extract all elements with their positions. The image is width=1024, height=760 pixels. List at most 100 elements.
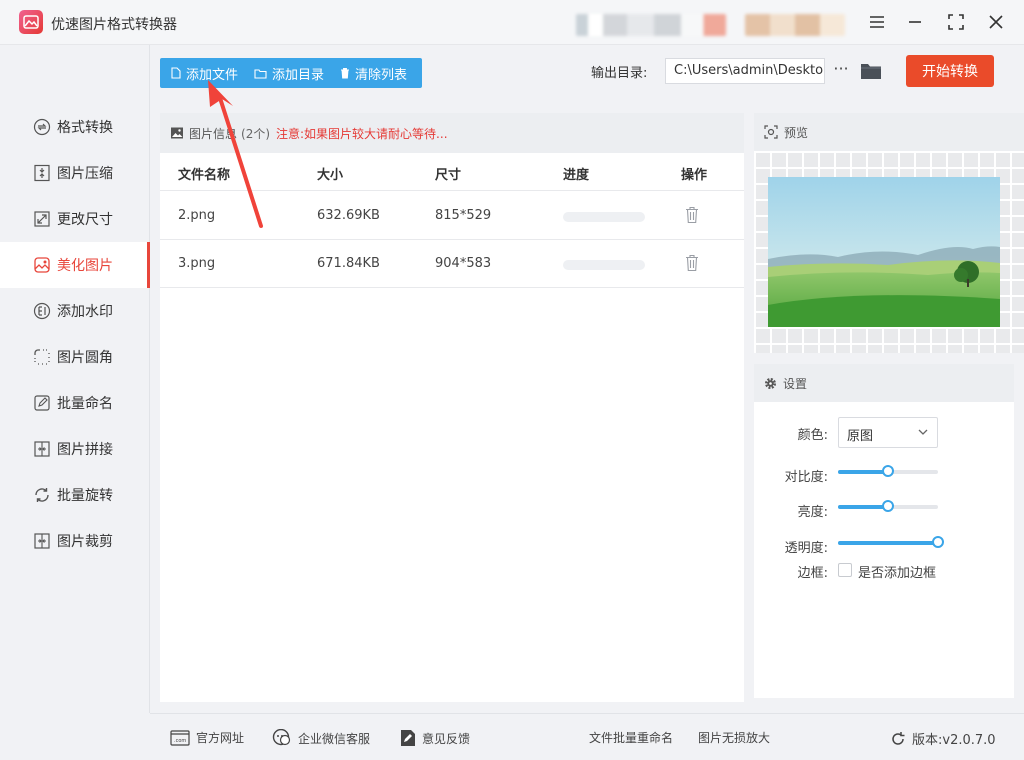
column-header-actions: 操作 (681, 168, 708, 183)
version-info[interactable]: 版本:v2.0.7.0 (890, 729, 996, 748)
website-icon: .com (170, 729, 190, 746)
output-dir-label: 输出目录: (591, 66, 648, 81)
file-icon (171, 67, 181, 79)
maximize-icon[interactable] (945, 11, 967, 33)
website-link[interactable]: .com 官方网址 (170, 729, 244, 746)
folder-outline-icon (254, 68, 267, 79)
file-name: 3.png (178, 256, 216, 271)
opacity-slider[interactable] (838, 536, 944, 548)
trash-icon (341, 68, 350, 79)
add-directory-label: 添加目录 (272, 67, 325, 83)
file-table-header: 文件名称 大小 尺寸 进度 操作 (160, 153, 744, 191)
sidebar-item-format-convert[interactable]: 格式转换 (0, 104, 150, 150)
start-convert-button[interactable]: 开始转换 (906, 55, 994, 87)
opacity-label: 透明度: (784, 541, 828, 556)
blurred-user-info (576, 14, 726, 36)
feedback-label: 意见反馈 (422, 731, 471, 746)
color-select-value: 原图 (847, 429, 874, 444)
minimize-icon[interactable] (904, 11, 926, 33)
gear-icon (764, 377, 777, 389)
crop-icon (33, 532, 51, 550)
resize-icon (33, 210, 51, 228)
app-title: 优速图片格式转换器 (51, 17, 177, 33)
sidebar-item-compress[interactable]: 图片压缩 (0, 150, 150, 196)
feedback-link[interactable]: 意见反馈 (400, 729, 470, 747)
rotate-icon (33, 486, 51, 504)
app-logo-icon (19, 10, 43, 34)
add-border-label: 是否添加边框 (858, 566, 937, 581)
output-dir-field[interactable]: C:\Users\admin\Desktop (665, 58, 825, 84)
compress-icon (33, 164, 51, 182)
preview-icon (764, 125, 778, 139)
sidebar-item-crop[interactable]: 图片裁剪 (0, 518, 150, 564)
sidebar-item-round-corner[interactable]: 图片圆角 (0, 334, 150, 380)
brightness-slider[interactable] (838, 500, 938, 512)
close-icon[interactable] (985, 11, 1007, 33)
column-header-size: 大小 (317, 168, 344, 183)
chevron-down-icon (918, 429, 928, 435)
svg-text:.com: .com (174, 738, 186, 744)
sidebar-item-resize[interactable]: 更改尺寸 (0, 196, 150, 242)
slider-handle[interactable] (882, 500, 894, 512)
file-count: (2个) (241, 126, 271, 141)
lossless-upscale-link[interactable]: 图片无损放大 (698, 729, 770, 746)
sidebar-item-label: 批量命名 (57, 396, 113, 412)
sidebar-item-label: 批量旋转 (57, 488, 113, 504)
color-label: 颜色: (797, 428, 828, 443)
color-select[interactable]: 原图 (838, 417, 938, 448)
menu-icon[interactable] (866, 11, 888, 33)
slider-handle[interactable] (882, 465, 894, 477)
image-icon (171, 127, 183, 139)
sidebar-item-label: 图片拼接 (57, 442, 113, 458)
slider-fill (838, 541, 938, 545)
sidebar-item-rename[interactable]: 批量命名 (0, 380, 150, 426)
sidebar-item-label: 图片圆角 (57, 350, 113, 366)
slider-handle[interactable] (932, 536, 944, 548)
browse-more-button[interactable]: ··· (832, 60, 850, 82)
table-row[interactable]: 3.png 671.84KB 904*583 (160, 240, 744, 288)
feedback-icon (401, 730, 415, 746)
column-header-progress: 进度 (563, 168, 590, 183)
refresh-icon (892, 731, 905, 745)
sidebar-item-label: 图片压缩 (57, 166, 113, 182)
delete-icon[interactable] (685, 206, 699, 228)
file-size: 671.84KB (317, 256, 380, 271)
watermark-icon (33, 302, 51, 320)
progress-bar (563, 212, 645, 222)
slider-fill (838, 470, 888, 474)
wechat-service-link[interactable]: 企业微信客服 (272, 729, 370, 747)
add-directory-button[interactable]: 添加目录 (246, 58, 332, 88)
clear-list-button[interactable]: 清除列表 (332, 58, 415, 88)
sidebar-item-label: 更改尺寸 (57, 212, 113, 228)
table-row[interactable]: 2.png 632.69KB 815*529 (160, 192, 744, 240)
preview-header: 预览 (754, 113, 1024, 151)
delete-icon[interactable] (685, 254, 699, 276)
footer-bar: .com 官方网址 企业微信客服 意见反馈 文件批量重命名 图片无损放大 版本:… (150, 713, 1024, 760)
contrast-slider[interactable] (838, 465, 938, 477)
format-convert-icon (33, 118, 51, 136)
column-header-dimensions: 尺寸 (435, 168, 462, 183)
sidebar-item-label: 格式转换 (57, 120, 113, 136)
progress-bar (563, 260, 645, 270)
file-size: 632.69KB (317, 208, 380, 223)
batch-rename-link[interactable]: 文件批量重命名 (589, 729, 673, 746)
column-header-name: 文件名称 (178, 168, 231, 183)
sidebar-item-watermark[interactable]: 添加水印 (0, 288, 150, 334)
sidebar: 格式转换 图片压缩 更改尺寸 美化图片 添加水印 图片圆角 批量命名 图片拼接 … (0, 45, 150, 713)
open-folder-icon[interactable] (860, 61, 882, 81)
wechat-label: 企业微信客服 (298, 731, 371, 746)
contrast-label: 对比度: (784, 470, 828, 485)
file-list-header: 图片信息 (2个) 注意:如果图片较大请耐心等待... (160, 113, 744, 153)
add-border-checkbox[interactable] (838, 563, 852, 577)
preview-panel: 预览 (754, 113, 1024, 353)
beautify-icon (33, 256, 51, 274)
lossless-upscale-label: 图片无损放大 (698, 731, 771, 745)
sidebar-item-beautify[interactable]: 美化图片 (0, 242, 150, 288)
sidebar-item-stitch[interactable]: 图片拼接 (0, 426, 150, 472)
add-file-button[interactable]: 添加文件 (160, 58, 246, 88)
sidebar-item-rotate[interactable]: 批量旋转 (0, 472, 150, 518)
stitch-icon (33, 440, 51, 458)
sidebar-item-label: 图片裁剪 (57, 534, 113, 550)
file-list-title: 图片信息 (189, 126, 238, 141)
wechat-icon (272, 729, 291, 746)
